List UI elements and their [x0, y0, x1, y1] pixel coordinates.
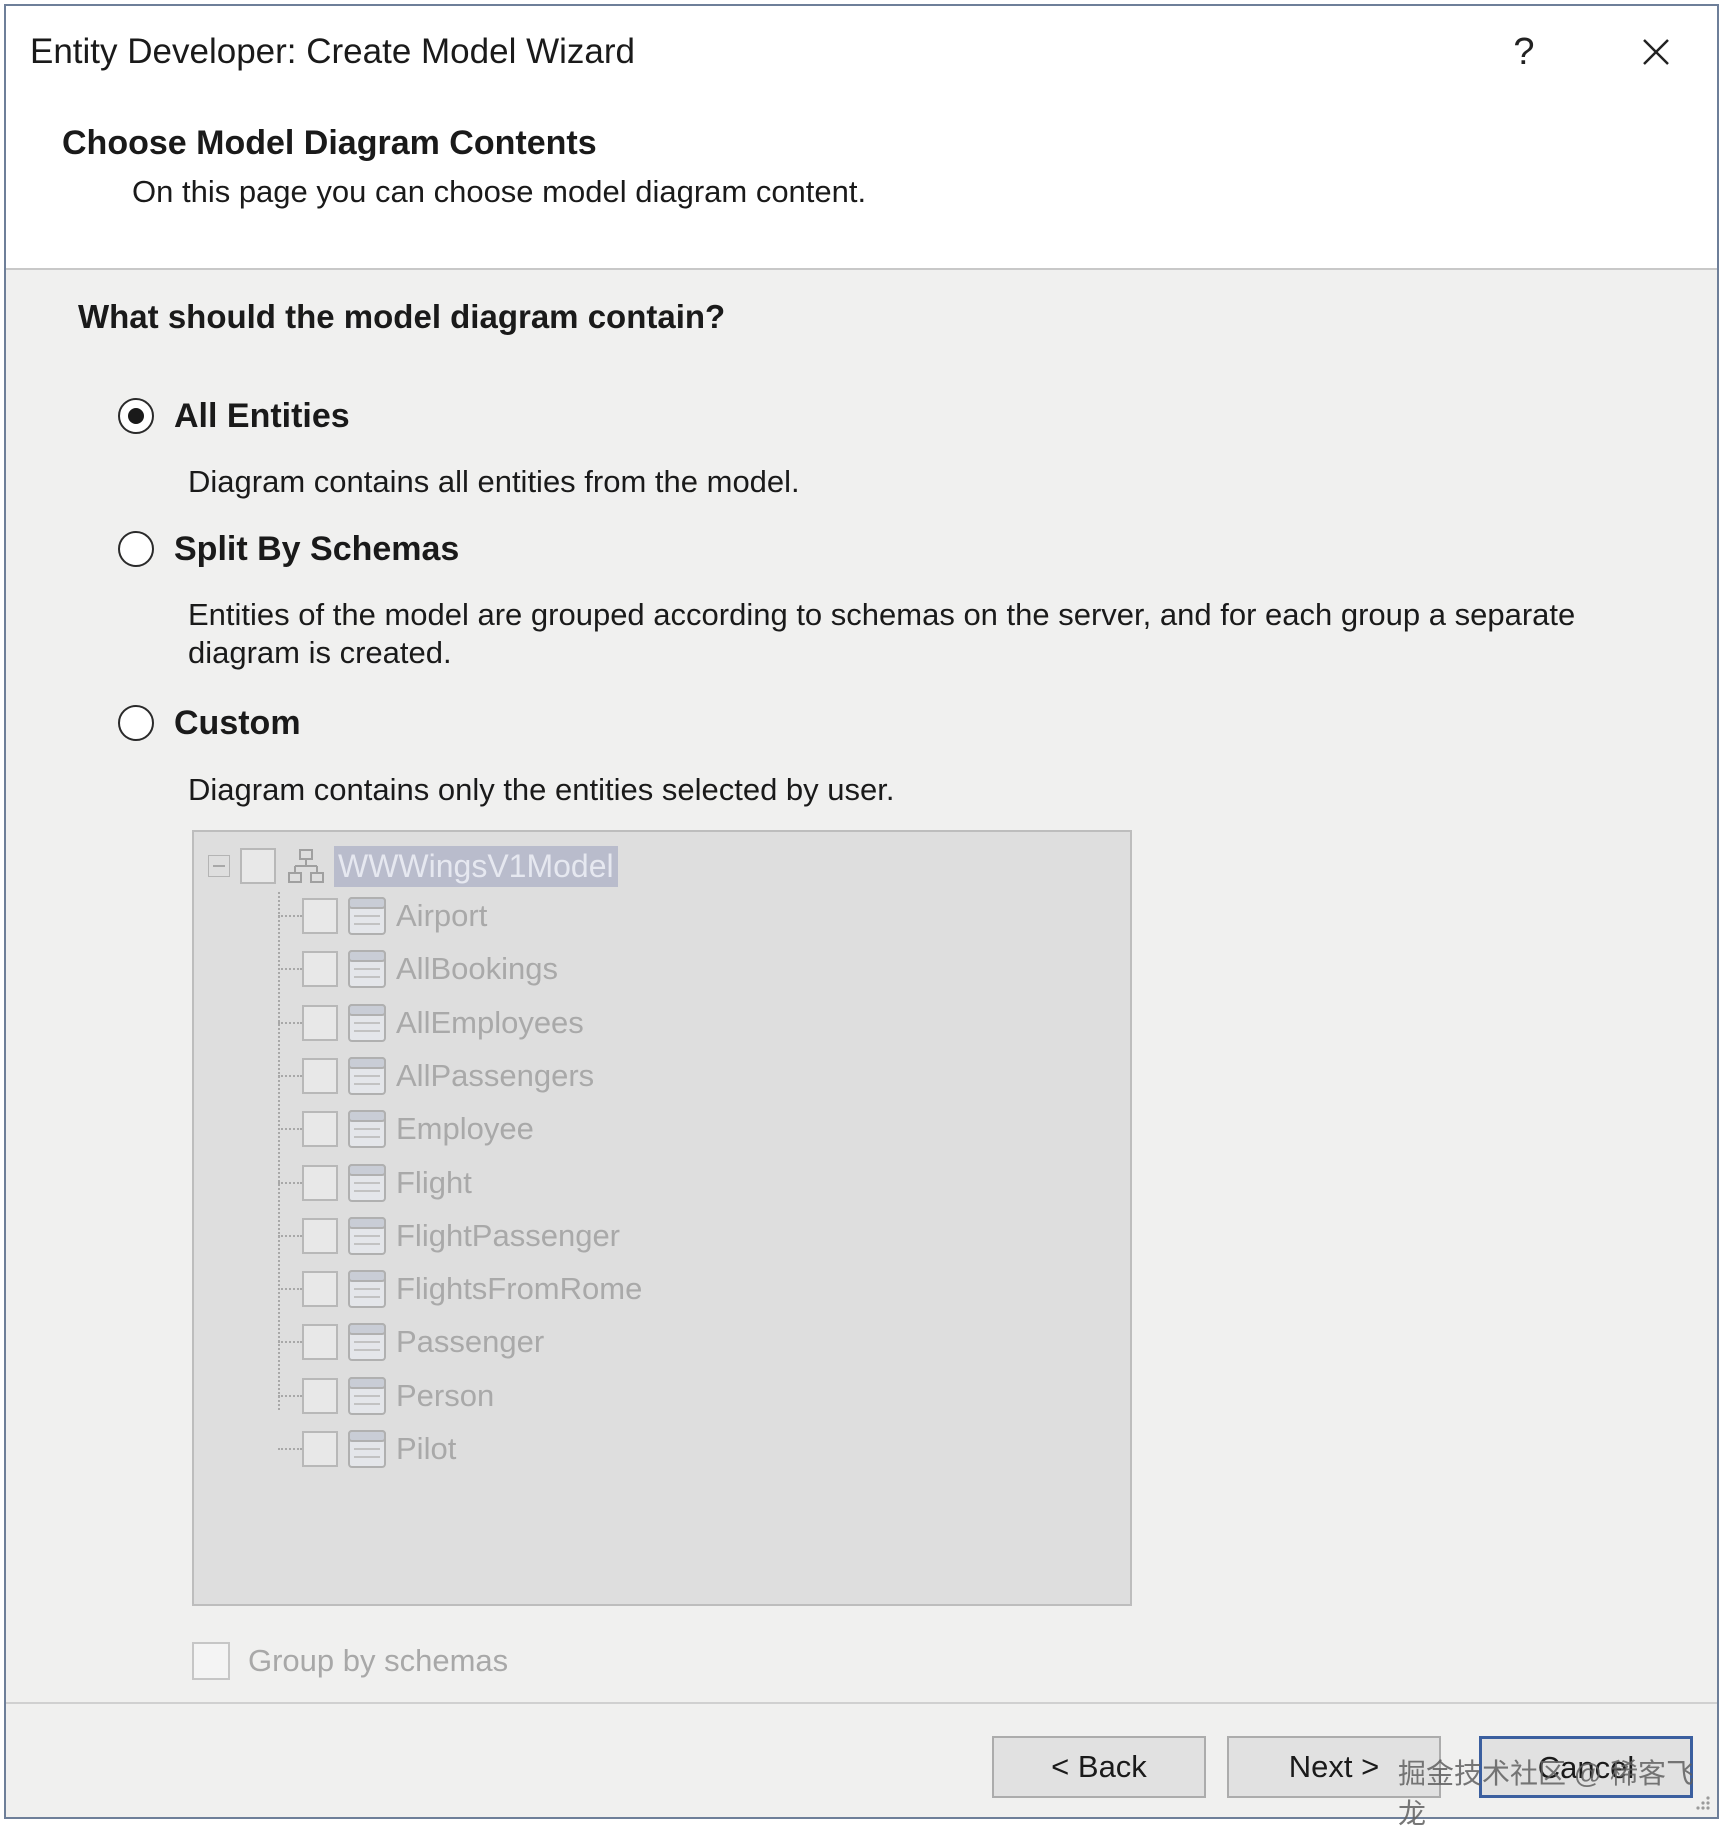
- tree-item-label: Passenger: [396, 1324, 545, 1360]
- tree-item-checkbox[interactable]: [302, 1377, 338, 1414]
- option-description: Diagram contains only the entities selec…: [188, 772, 895, 807]
- tree-item-checkbox[interactable]: [302, 1057, 338, 1094]
- entity-tree: WWWingsV1Model Airport AllBookings AllEmpl…: [192, 830, 1132, 1606]
- tree-item-label: Person: [396, 1377, 495, 1413]
- table-icon: [348, 1270, 386, 1309]
- tree-item[interactable]: Person: [278, 1372, 494, 1420]
- radio-split-by-schemas[interactable]: [118, 531, 154, 567]
- tree-item[interactable]: Pilot: [278, 1425, 456, 1473]
- tree-connector: [278, 1074, 302, 1077]
- tree-item-label: AllPassengers: [396, 1057, 595, 1093]
- option-all-entities[interactable]: All Entities: [118, 394, 350, 438]
- model-icon: [288, 849, 324, 883]
- help-button[interactable]: ?: [1496, 24, 1552, 80]
- option-label: Custom: [174, 703, 301, 742]
- table-icon: [348, 1110, 386, 1149]
- table-icon: [348, 1430, 386, 1468]
- table-icon: [348, 1376, 386, 1415]
- cancel-button[interactable]: Cancel: [1479, 1736, 1693, 1798]
- tree-item[interactable]: Airport: [278, 892, 487, 940]
- tree-item-checkbox[interactable]: [302, 951, 338, 988]
- tree-item-label: FlightsFromRome: [396, 1271, 643, 1307]
- tree-connector: [278, 1341, 302, 1344]
- tree-item[interactable]: AllPassengers: [278, 1052, 594, 1100]
- collapse-icon[interactable]: [208, 855, 230, 877]
- table-icon: [348, 1003, 386, 1042]
- tree-item-checkbox[interactable]: [302, 1164, 338, 1201]
- tree-root-label: WWWingsV1Model: [334, 845, 618, 887]
- tree-item[interactable]: Passenger: [278, 1318, 544, 1366]
- tree-connector: [278, 1234, 302, 1237]
- tree-connector: [278, 915, 302, 917]
- tree-item[interactable]: AllEmployees: [278, 999, 584, 1047]
- tree-item[interactable]: FlightPassenger: [278, 1212, 620, 1260]
- resize-grip-icon[interactable]: [1691, 1791, 1711, 1811]
- question-heading: What should the model diagram contain?: [78, 298, 726, 335]
- option-description: Diagram contains all entities from the m…: [188, 464, 800, 499]
- tree-item-label: Pilot: [396, 1431, 457, 1466]
- tree-item-checkbox[interactable]: [302, 1217, 338, 1254]
- tree-connector: [278, 968, 302, 971]
- radio-custom[interactable]: [118, 705, 154, 741]
- tree-item[interactable]: Flight: [278, 1159, 472, 1207]
- footer-divider: [6, 1702, 1717, 1704]
- tree-connector: [278, 1181, 302, 1184]
- table-icon: [348, 897, 386, 935]
- tree-item-label: Airport: [396, 898, 488, 933]
- tree-item[interactable]: FlightsFromRome: [278, 1265, 642, 1313]
- tree-connector: [278, 1021, 302, 1024]
- tree-item-label: AllBookings: [396, 951, 558, 987]
- page-subtitle: On this page you can choose model diagra…: [132, 174, 867, 209]
- tree-root[interactable]: WWWingsV1Model: [208, 842, 618, 890]
- tree-item-checkbox[interactable]: [302, 1324, 338, 1361]
- group-by-schemas-checkbox[interactable]: [192, 1642, 230, 1680]
- option-custom[interactable]: Custom: [118, 701, 301, 745]
- option-label: All Entities: [174, 396, 350, 435]
- tree-item-checkbox[interactable]: [302, 1431, 338, 1467]
- tree-item-checkbox[interactable]: [302, 1111, 338, 1148]
- next-button[interactable]: Next >: [1227, 1736, 1441, 1798]
- tree-item-label: Employee: [396, 1111, 534, 1147]
- group-by-schemas[interactable]: Group by schemas: [192, 1642, 508, 1680]
- tree-item-label: FlightPassenger: [396, 1217, 621, 1253]
- group-by-schemas-label: Group by schemas: [248, 1643, 509, 1678]
- page-title: Choose Model Diagram Contents: [62, 124, 597, 162]
- option-description: Entities of the model are grouped accord…: [188, 597, 1576, 670]
- table-icon: [348, 1216, 386, 1255]
- window-title: Entity Developer: Create Model Wizard: [30, 32, 635, 71]
- close-icon: [1643, 39, 1669, 65]
- tree-item[interactable]: AllBookings: [278, 945, 558, 993]
- radio-all-entities[interactable]: [118, 398, 154, 434]
- close-button[interactable]: [1628, 24, 1684, 80]
- tree-connector: [278, 1128, 302, 1131]
- option-label: Split By Schemas: [174, 529, 460, 568]
- title-bar: Entity Developer: Create Model Wizard ?: [6, 6, 1717, 98]
- table-icon: [348, 950, 386, 989]
- tree-item-label: Flight: [396, 1164, 472, 1200]
- table-icon: [348, 1323, 386, 1362]
- back-button[interactable]: < Back: [992, 1736, 1206, 1798]
- tree-connector: [278, 1448, 302, 1450]
- wizard-window: Entity Developer: Create Model Wizard ? …: [4, 4, 1719, 1829]
- tree-root-checkbox[interactable]: [240, 848, 276, 884]
- tree-connector: [278, 1288, 302, 1291]
- tree-connector: [278, 1394, 302, 1397]
- tree-item[interactable]: Employee: [278, 1105, 534, 1153]
- tree-item-label: AllEmployees: [396, 1004, 584, 1040]
- option-split-by-schemas[interactable]: Split By Schemas: [118, 527, 459, 571]
- tree-item-checkbox[interactable]: [302, 898, 338, 934]
- tree-item-checkbox[interactable]: [302, 1271, 338, 1308]
- page-header: Choose Model Diagram Contents On this pa…: [6, 98, 1717, 270]
- table-icon: [348, 1163, 386, 1202]
- table-icon: [348, 1056, 386, 1095]
- tree-item-checkbox[interactable]: [302, 1004, 338, 1041]
